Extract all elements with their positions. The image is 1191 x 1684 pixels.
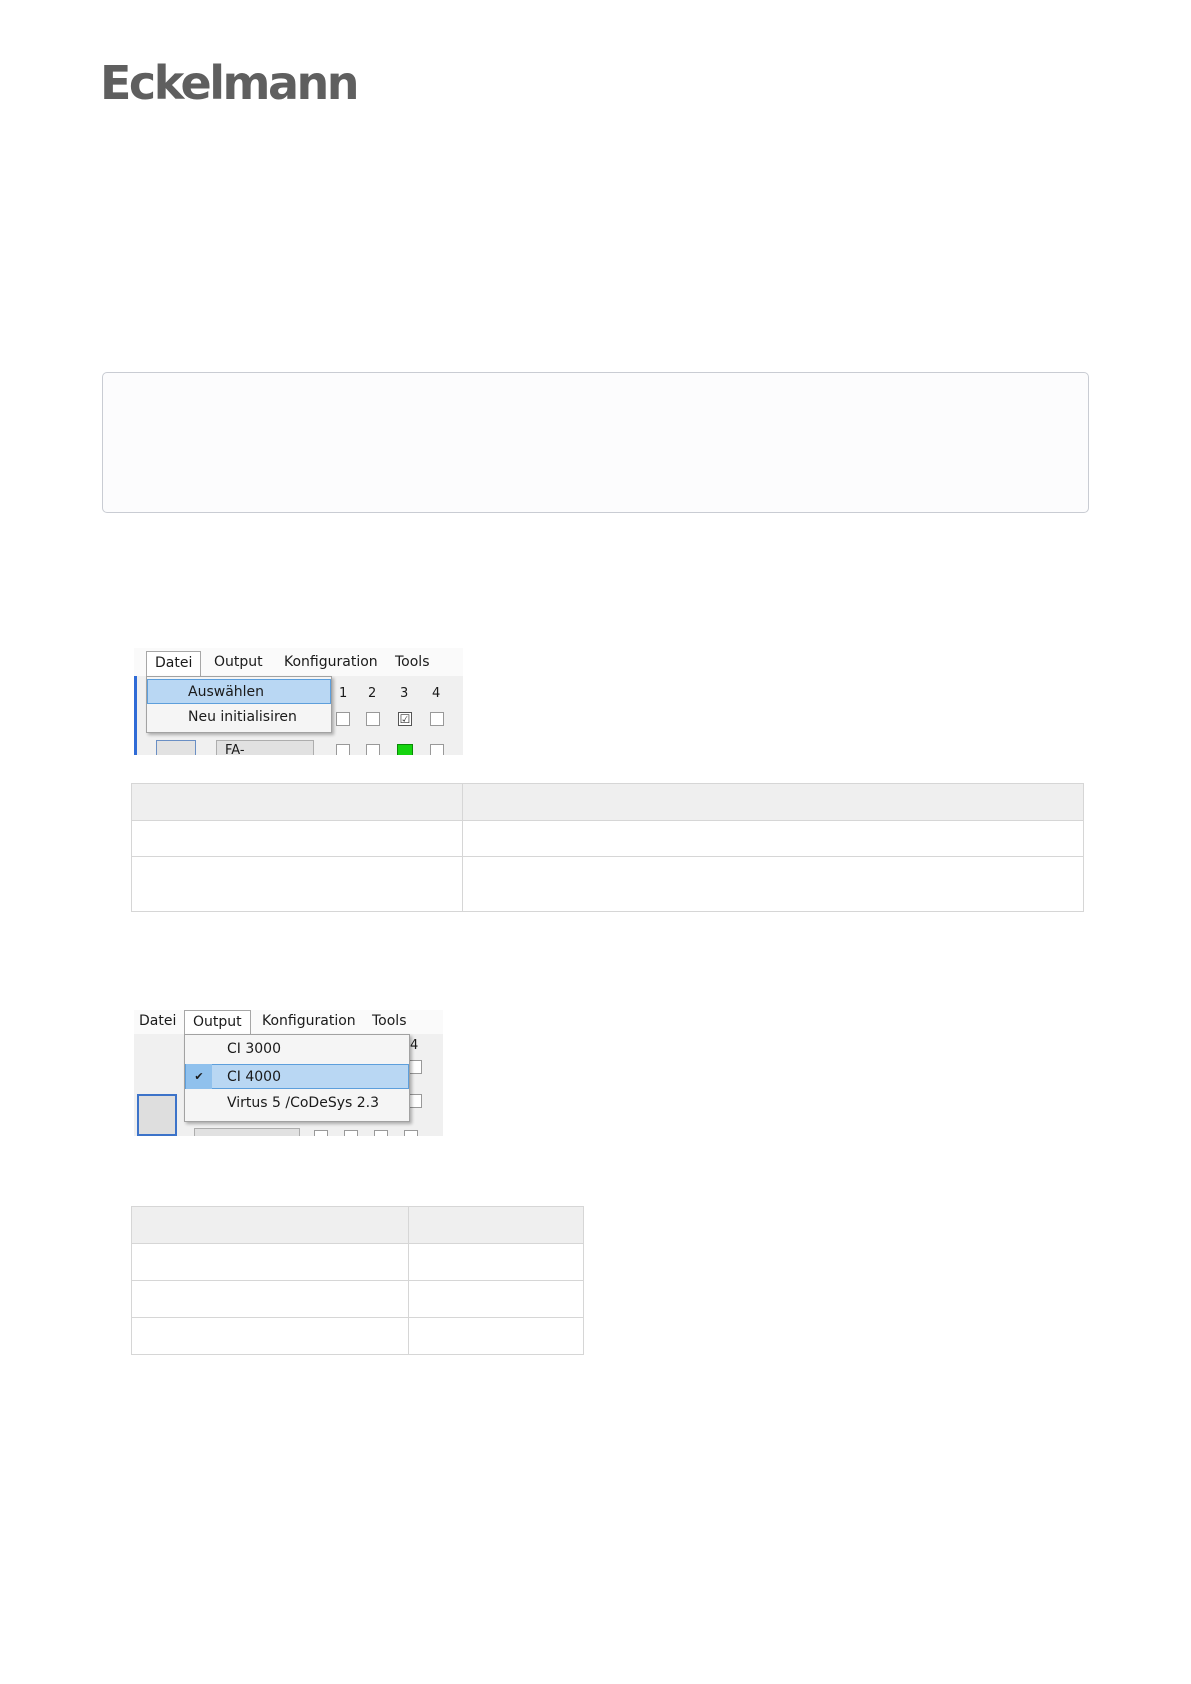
fa-zuordnung-button[interactable]: FA-Zuordnung [216,740,314,755]
checkbox[interactable] [408,1094,422,1108]
table-header-cell [131,1206,409,1244]
menu-konfiguration[interactable]: Konfiguration [284,654,378,670]
active-indicator [397,744,413,755]
button-partial [194,1128,300,1136]
checkbox[interactable] [336,712,350,726]
column-number: 3 [400,686,409,701]
output-dropdown: CI 3000 ✔ CI 4000 Virtus 5 /CoDeSys 2.3 [184,1034,410,1122]
table-row [131,856,1084,912]
menu-output[interactable]: Output [184,1010,251,1036]
column-number: 4 [432,686,441,701]
menu-datei[interactable]: Datei [146,651,202,677]
menu-item-neu-initialisiren[interactable]: Neu initialisiren [147,705,331,730]
menu-output-label: Output [193,1014,242,1030]
column-number: 1 [339,686,348,701]
screenshot-output-menu: Datei Output Konfiguration Tools 4 CI 30… [134,1010,443,1136]
table-row [131,1243,584,1281]
checkbox[interactable] [430,744,444,755]
menu-tools[interactable]: Tools [372,1013,407,1029]
menu-item-ci-4000[interactable]: ✔ CI 4000 [185,1064,409,1089]
menu-output[interactable]: Output [214,654,263,670]
table-1 [131,783,1084,912]
checkbox[interactable] [430,712,444,726]
preview-field [137,1094,177,1136]
table-header-cell [131,783,463,821]
checkbox[interactable] [344,1130,358,1136]
checkbox[interactable] [408,1060,422,1074]
menu-item-ci-4000-label: CI 4000 [227,1069,281,1085]
menu-tools[interactable]: Tools [395,654,430,670]
screenshot-file-menu: Datei Output Konfiguration Tools 1 2 3 4… [134,648,463,755]
check-icon: ✔ [186,1064,212,1089]
checkbox[interactable] [336,744,350,755]
checkbox[interactable] [314,1130,328,1136]
datei-dropdown: Auswählen Neu initialisiren [146,676,332,733]
menu-bar: Datei Output Konfiguration Tools [134,1010,443,1036]
table-row [131,820,1084,857]
menu-item-ci-3000[interactable]: CI 3000 [185,1037,409,1062]
checkbox[interactable] [404,1130,418,1136]
checkbox[interactable] [366,712,380,726]
menu-konfiguration[interactable]: Konfiguration [262,1013,356,1029]
menu-datei-label: Datei [155,655,193,671]
checkbox-checked[interactable]: ☑ [398,712,412,726]
eckelmann-logo: Eckelmann [100,56,359,110]
column-number: 4 [410,1038,419,1053]
table-row [131,1280,584,1318]
column-number: 2 [368,686,377,701]
menu-item-virtus[interactable]: Virtus 5 /CoDeSys 2.3 [185,1091,409,1116]
table-header-cell [408,1206,584,1244]
menu-bar: Datei Output Konfiguration Tools [134,648,463,677]
menu-datei[interactable]: Datei [139,1013,176,1029]
table-2 [131,1206,584,1355]
checkbox[interactable] [374,1130,388,1136]
checkbox[interactable] [366,744,380,755]
note-box [102,372,1089,513]
table-header-cell [462,783,1084,821]
table-row [131,1317,584,1355]
menu-item-auswaehlen[interactable]: Auswählen [147,679,331,704]
preview-field [156,740,196,755]
